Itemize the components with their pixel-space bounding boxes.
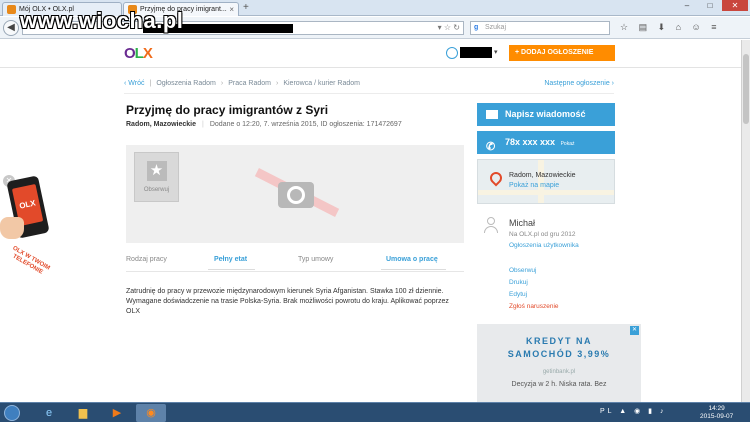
observe-link[interactable]: Obserwuj <box>509 265 559 277</box>
seller-name: Michał <box>509 218 536 228</box>
mobile-app-promo[interactable]: ✕ OLX OLX W TWOIM TELEFONIE <box>0 175 62 285</box>
ad-close-icon[interactable]: ✕ <box>630 326 639 335</box>
olx-favicon-icon <box>7 5 16 14</box>
username-redaction <box>460 47 492 58</box>
banner-line: SAMOCHÓD 3,99% <box>507 349 611 359</box>
seller-listings-link[interactable]: Ogłoszenia użytkownika <box>509 242 579 249</box>
observe-label: Obserwuj <box>143 187 170 193</box>
seller-since: Na OLX.pl od gru 2012 <box>509 231 576 238</box>
ie-icon[interactable]: e <box>34 404 64 422</box>
breadcrumb-item[interactable]: Ogłoszenia Radom <box>156 80 216 87</box>
param-value[interactable]: Pełny etat <box>214 256 247 263</box>
print-link[interactable]: Drukuj <box>509 277 559 289</box>
olx-logo[interactable]: OLX <box>124 45 153 62</box>
user-icon[interactable] <box>446 47 458 59</box>
search-input[interactable]: g Szukaj <box>470 21 610 35</box>
next-listing-link[interactable]: Następne ogłoszenie › <box>544 80 614 87</box>
scrollbar[interactable] <box>741 40 750 402</box>
observe-button[interactable]: ★ Obserwuj <box>134 152 179 202</box>
logo-letter-l: L <box>134 45 144 62</box>
banner-line: KREDYT NA <box>525 336 592 346</box>
breadcrumb-separator: › <box>275 79 279 87</box>
no-photo-camera-icon <box>254 168 340 220</box>
taskbar: e ▆ ▶ ◉ PL ▲ ◉ ▮ ♪ 14:29 2015-09-07 <box>0 402 750 422</box>
search-placeholder: Szukaj <box>485 24 507 31</box>
camera-lens <box>287 186 305 204</box>
ad-posted-info: Dodane o 12:20, 7. września 2015, ID ogł… <box>209 121 402 128</box>
hand-illustration <box>0 217 24 239</box>
start-button[interactable] <box>4 405 20 421</box>
breadcrumb-separator: | <box>149 79 152 87</box>
location-map[interactable]: Radom, Mazowieckie Pokaż na mapie <box>477 159 615 204</box>
report-link[interactable]: Zgłoś naruszenie <box>509 301 559 313</box>
back-link[interactable]: ‹ Wróć <box>124 80 144 87</box>
page-title: Przyjmę do pracy imigrantów z Syri <box>126 103 329 117</box>
maximize-button[interactable]: □ <box>699 0 721 11</box>
param-key: Typ umowy <box>298 256 334 263</box>
send-message-button[interactable]: Napisz wiadomość <box>477 103 615 126</box>
folder-icon[interactable]: ▆ <box>68 404 98 422</box>
logo-letter-x: X <box>142 45 153 62</box>
toolbar-icons[interactable]: ☆ ▤ ⬇ ⌂ ☺ ≡ <box>620 22 721 33</box>
ad-actions: Obserwuj Drukuj Edytuj Zgłoś naruszenie <box>509 265 559 313</box>
breadcrumb-item[interactable]: Kierowca / kurier Radom <box>283 80 360 87</box>
ad-meta: Radom, Mazowieckie | Dodane o 12:20, 7. … <box>126 121 402 128</box>
new-tab-button[interactable]: + <box>243 2 249 13</box>
map-pin-icon <box>487 169 505 187</box>
show-phone-label: Pokaż <box>560 141 575 147</box>
edit-link[interactable]: Edytuj <box>509 289 559 301</box>
site-header: OLX ▾ + DODAJ OGŁOSZENIE <box>0 40 741 68</box>
phone-icon: ✆ <box>486 141 496 153</box>
minimize-button[interactable]: – <box>676 0 698 11</box>
ad-location: Radom, Mazowieckie <box>126 121 197 128</box>
avatar <box>482 216 500 234</box>
media-player-icon[interactable]: ▶ <box>102 404 132 422</box>
firefox-icon[interactable]: ◉ <box>136 404 166 422</box>
ad-parameters: Rodzaj pracy Pełny etat Typ umowy Umowa … <box>126 250 464 272</box>
advert-banner[interactable]: ✕ KREDYT NA SAMOCHÓD 3,99% getinbank.pl … <box>477 324 641 402</box>
add-listing-button[interactable]: + DODAJ OGŁOSZENIE <box>509 45 615 61</box>
close-window-button[interactable]: ✕ <box>722 0 748 11</box>
avatar-body <box>484 226 498 233</box>
tab-close-icon[interactable]: × <box>229 5 234 14</box>
show-on-map-link[interactable]: Pokaż na mapie <box>509 182 559 189</box>
breadcrumb: ‹ Wróć | Ogłoszenia Radom › Praca Radom … <box>124 77 614 89</box>
map-road <box>478 190 614 195</box>
watermark: www.wiocha.pl <box>20 8 184 33</box>
logo-letter-o: O <box>124 45 136 62</box>
breadcrumb-separator: › <box>220 79 224 87</box>
param-job-type: Rodzaj pracy Pełny etat <box>126 256 247 263</box>
meta-separator: | <box>202 121 204 128</box>
reload-icon[interactable]: ▾ ☆ ↻ <box>438 23 460 32</box>
divider <box>124 93 614 94</box>
clock[interactable]: 14:29 2015-09-07 <box>700 405 733 421</box>
promo-text: OLX W TWOIM TELEFONIE <box>11 245 51 276</box>
show-phone-button[interactable]: ✆ 78x xxx xxx Pokaż <box>477 131 615 154</box>
param-underline <box>208 269 255 270</box>
search-engine-icon: g <box>474 24 479 31</box>
param-underline <box>381 269 446 270</box>
param-key: Rodzaj pracy <box>126 256 167 263</box>
avatar-head <box>487 217 495 225</box>
clock-time: 14:29 <box>708 405 725 412</box>
scroll-thumb[interactable] <box>743 54 749 124</box>
envelope-icon <box>486 110 498 119</box>
clock-date: 2015-09-07 <box>700 413 734 420</box>
banner-brand: getinbank.pl <box>542 369 576 375</box>
system-tray[interactable]: PL ▲ ◉ ▮ ♪ <box>600 407 666 415</box>
banner-line: Decyzja w 2 h. Niska rata. Bez <box>511 381 607 388</box>
map-location-label: Radom, Mazowieckie <box>509 172 576 179</box>
param-value[interactable]: Umowa o pracę <box>386 256 438 263</box>
phone-number: 78x xxx xxx <box>505 137 556 147</box>
ad-description: Zatrudnię do pracy w przewozie międzynar… <box>126 288 449 315</box>
back-button[interactable]: ◀ <box>3 20 19 36</box>
send-message-label: Napisz wiadomość <box>505 109 586 119</box>
photo-placeholder: ★ Obserwuj <box>126 145 464 243</box>
user-menu-caret-icon[interactable]: ▾ <box>494 48 498 56</box>
star-icon: ★ <box>146 161 167 181</box>
param-contract-type: Typ umowy Umowa o pracę <box>298 256 438 263</box>
breadcrumb-item[interactable]: Praca Radom <box>228 80 271 87</box>
